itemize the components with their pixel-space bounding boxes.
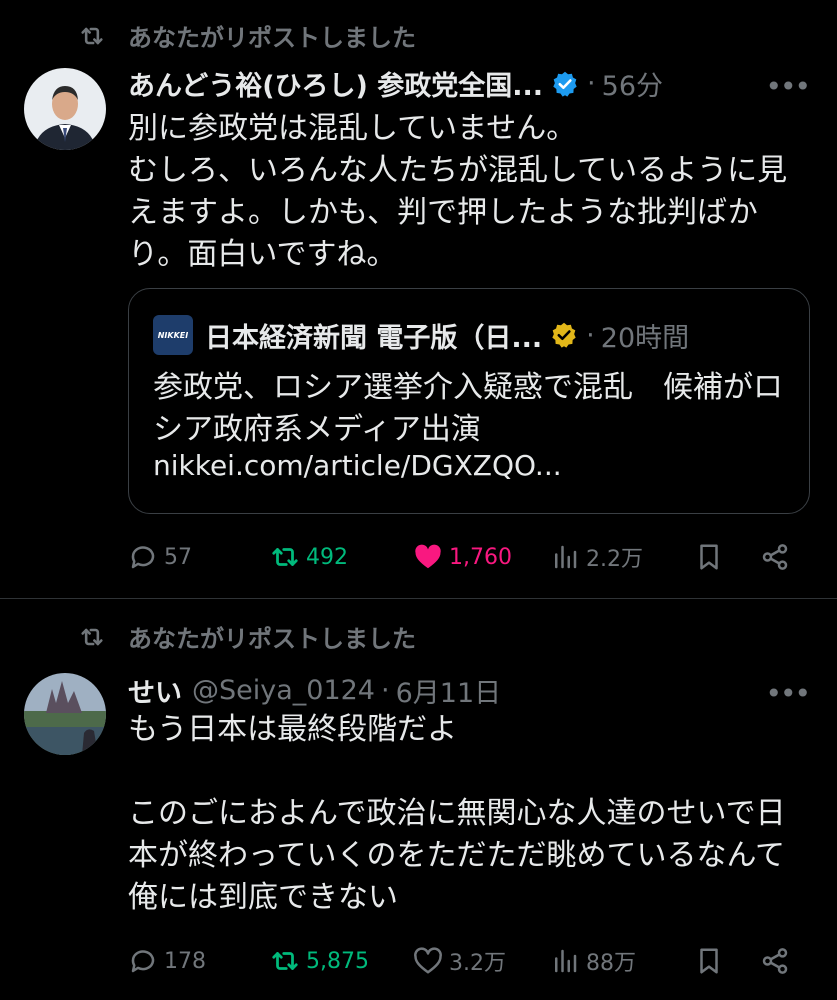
repost-icon: [81, 27, 103, 44]
repost-icon: [272, 548, 298, 566]
views-button[interactable]: 88万: [550, 945, 636, 977]
like-count: 3.2万: [449, 951, 506, 976]
avatar[interactable]: [24, 673, 106, 755]
quote-author-name: 日本経済新聞 電子版（日...: [205, 322, 543, 354]
tweet-2[interactable]: あなたがリポストしました せい @Seiya_0124 · 6月11日 ••• …: [0, 599, 837, 1000]
avatar-image: [24, 673, 106, 755]
views-count: 2.2万: [586, 547, 643, 572]
separator: ·: [587, 68, 596, 99]
verified-badge-icon: [553, 71, 577, 97]
heart-filled-icon: [415, 544, 441, 569]
like-button[interactable]: 3.2万: [413, 945, 506, 977]
repost-button[interactable]: 5,875: [270, 946, 369, 976]
repost-count: 492: [306, 544, 348, 570]
share-icon: [762, 948, 788, 974]
reply-icon: [131, 950, 155, 973]
repost-context-label: あなたがリポストしました: [128, 24, 416, 52]
more-options-icon[interactable]: •••: [765, 70, 811, 103]
quoted-tweet[interactable]: NIKKEI 日本経済新聞 電子版（日... · 20時間 参政党、ロシア選挙介…: [128, 288, 810, 514]
bookmark-button[interactable]: [694, 946, 730, 976]
repost-context: あなたがリポストしました: [78, 18, 416, 53]
like-button[interactable]: 1,760: [413, 542, 512, 572]
action-bar: 57 492 1,760 2.2万: [128, 540, 798, 574]
repost-button[interactable]: 492: [270, 542, 348, 572]
tweet-header: あんどう裕(ひろし) 参政党全国... · 56分: [128, 64, 807, 103]
share-icon: [762, 544, 788, 570]
repost-icon: [272, 952, 298, 970]
nikkei-logo-icon: NIKKEI: [153, 315, 193, 355]
repost-count: 5,875: [306, 948, 369, 974]
reply-button[interactable]: 57: [128, 542, 192, 572]
author-handle[interactable]: @Seiya_0124: [192, 675, 375, 706]
reply-icon: [131, 546, 155, 569]
quote-link[interactable]: nikkei.com/article/DGXZQO...: [153, 449, 562, 482]
action-bar: 178 5,875 3.2万 88万: [128, 944, 798, 978]
gold-verified-badge-icon: [552, 322, 576, 348]
repost-icon: [81, 628, 103, 645]
tweet-text: もう日本は最終段階だよ このごにおよんで政治に無関心な人達のせいで日本が終わって…: [128, 712, 786, 915]
bookmark-icon: [700, 544, 718, 570]
quote-text: 参政党、ロシア選挙介入疑惑で混乱 候補がロシア政府系メディア出演: [153, 370, 783, 447]
reply-count: 57: [164, 544, 192, 570]
tweet-text: 別に参政党は混乱していません。 むしろ、いろんな人たちが混乱しているように見えま…: [128, 111, 788, 272]
quote-time: 20時間: [600, 322, 690, 354]
share-button[interactable]: [760, 946, 796, 976]
repost-context-label: あなたがリポストしました: [128, 625, 416, 653]
heart-icon: [414, 947, 442, 974]
share-button[interactable]: [760, 542, 796, 572]
avatar[interactable]: [24, 68, 106, 150]
tweet-header: せい @Seiya_0124 · 6月11日: [128, 671, 807, 710]
separator: ·: [586, 319, 595, 351]
views-chart-icon: [555, 949, 577, 973]
tweet-time[interactable]: 56分: [602, 64, 663, 103]
views-count: 88万: [586, 951, 636, 976]
reply-button[interactable]: 178: [128, 946, 206, 976]
quote-header: NIKKEI 日本経済新聞 電子版（日... · 20時間: [153, 315, 689, 355]
bookmark-button[interactable]: [694, 542, 730, 572]
author-name[interactable]: あんどう裕(ひろし) 参政党全国...: [128, 64, 543, 103]
avatar-image: [24, 68, 106, 150]
views-button[interactable]: 2.2万: [550, 541, 643, 573]
more-options-icon[interactable]: •••: [765, 677, 811, 710]
bookmark-icon: [700, 948, 718, 974]
author-name[interactable]: せい: [128, 671, 182, 710]
views-chart-icon: [555, 545, 577, 569]
tweet-time[interactable]: 6月11日: [396, 671, 502, 710]
repost-context: あなたがリポストしました: [78, 619, 416, 654]
separator: ·: [381, 675, 390, 706]
tweet-1[interactable]: あなたがリポストしました あんどう裕(ひろし) 参政党全国... · 56分 •…: [0, 0, 837, 599]
reply-count: 178: [164, 948, 206, 974]
like-count: 1,760: [449, 544, 512, 570]
